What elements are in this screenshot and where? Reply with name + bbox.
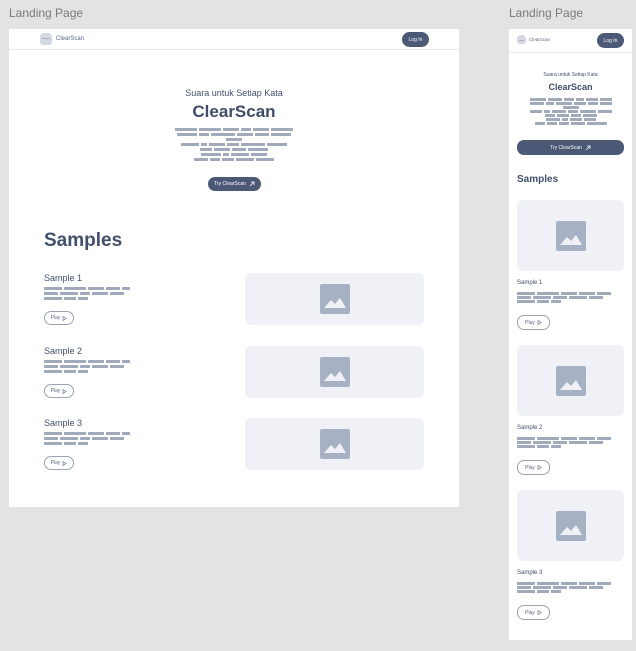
arrow-up-right-icon [585,145,591,150]
mobile-navbar: ClearScan Log In [509,29,632,53]
desktop-sample-3-title: Sample 3 [44,418,83,428]
desktop-logo[interactable]: ClearScan [40,33,84,45]
mobile-sample-1-play-button[interactable]: Play [517,315,550,330]
mobile-frame-label: Landing Page [509,6,584,20]
desktop-try-button[interactable]: Try ClearScan [208,177,261,191]
mobile-sample-1-description [517,292,611,303]
desktop-sample-3-play-button[interactable]: Play [44,456,74,470]
desktop-sample-1-play-button[interactable]: Play [44,311,74,325]
logo-text: ClearScan [529,37,551,42]
logo-icon [517,35,526,44]
play-button-label: Play [50,460,61,466]
play-icon [63,460,68,466]
mobile-sample-1-title: Sample 1 [517,280,543,286]
desktop-sample-2-image [245,346,424,398]
play-icon [63,388,68,394]
desktop-sample-1-description [44,287,130,300]
mobile-hero-tagline: Suara untuk Setiap Kata [543,72,598,78]
desktop-hero-tagline: Suara untuk Setiap Kata [185,88,283,98]
play-button-label: Play [50,388,61,394]
play-icon [63,315,68,321]
mobile-sample-3-play-button[interactable]: Play [517,605,550,620]
desktop-sample-2-description [44,360,130,373]
image-icon [319,357,350,387]
mobile-sample-2-image [517,345,624,416]
play-button-label: Play [525,464,535,471]
logo-icon [40,33,52,45]
play-button-label: Play [525,319,535,326]
desktop-frame-label: Landing Page [9,6,84,20]
mobile-samples-heading: Samples [517,174,559,185]
mobile-hero-description [509,98,632,125]
mobile-frame: ClearScan Log In Suara untuk Setiap Kata… [509,29,632,640]
desktop-login-button[interactable]: Log In [402,32,429,47]
mobile-sample-2-description [517,437,611,448]
desktop-hero-description [9,128,459,161]
desktop-sample-3-image [245,418,424,470]
mobile-logo[interactable]: ClearScan [517,35,550,44]
arrow-up-right-icon [249,181,255,187]
image-icon [319,429,350,459]
image-icon [555,365,586,396]
desktop-hero-title: ClearScan [192,102,276,121]
desktop-sample-1-image [245,273,424,325]
try-button-label: Try ClearScan [214,181,246,187]
desktop-sample-2-play-button[interactable]: Play [44,384,74,398]
play-icon [537,320,542,325]
mobile-sample-3-title: Sample 3 [517,570,543,576]
image-icon [555,510,586,541]
image-icon [319,284,350,314]
play-icon [537,465,542,470]
desktop-sample-1-title: Sample 1 [44,273,83,283]
play-icon [537,610,542,615]
mobile-sample-2-title: Sample 2 [517,425,543,431]
mobile-sample-1-image [517,200,624,271]
play-button-label: Play [50,315,61,321]
try-button-label: Try ClearScan [550,144,582,151]
play-button-label: Play [525,609,535,616]
desktop-navbar: ClearScan Log In [9,29,459,50]
desktop-frame: ClearScan Log In Suara untuk Setiap Kata… [9,29,459,507]
mobile-sample-3-description [517,582,611,593]
mobile-try-button[interactable]: Try ClearScan [517,140,624,155]
desktop-sample-2-title: Sample 2 [44,346,83,356]
logo-text: ClearScan [56,36,85,42]
desktop-sample-3-description [44,432,130,445]
mobile-login-button[interactable]: Log In [597,33,624,48]
mobile-sample-2-play-button[interactable]: Play [517,460,550,475]
mobile-sample-3-image [517,490,624,561]
mobile-hero-title: ClearScan [548,82,593,92]
image-icon [555,220,586,251]
desktop-samples-heading: Samples [44,230,123,251]
